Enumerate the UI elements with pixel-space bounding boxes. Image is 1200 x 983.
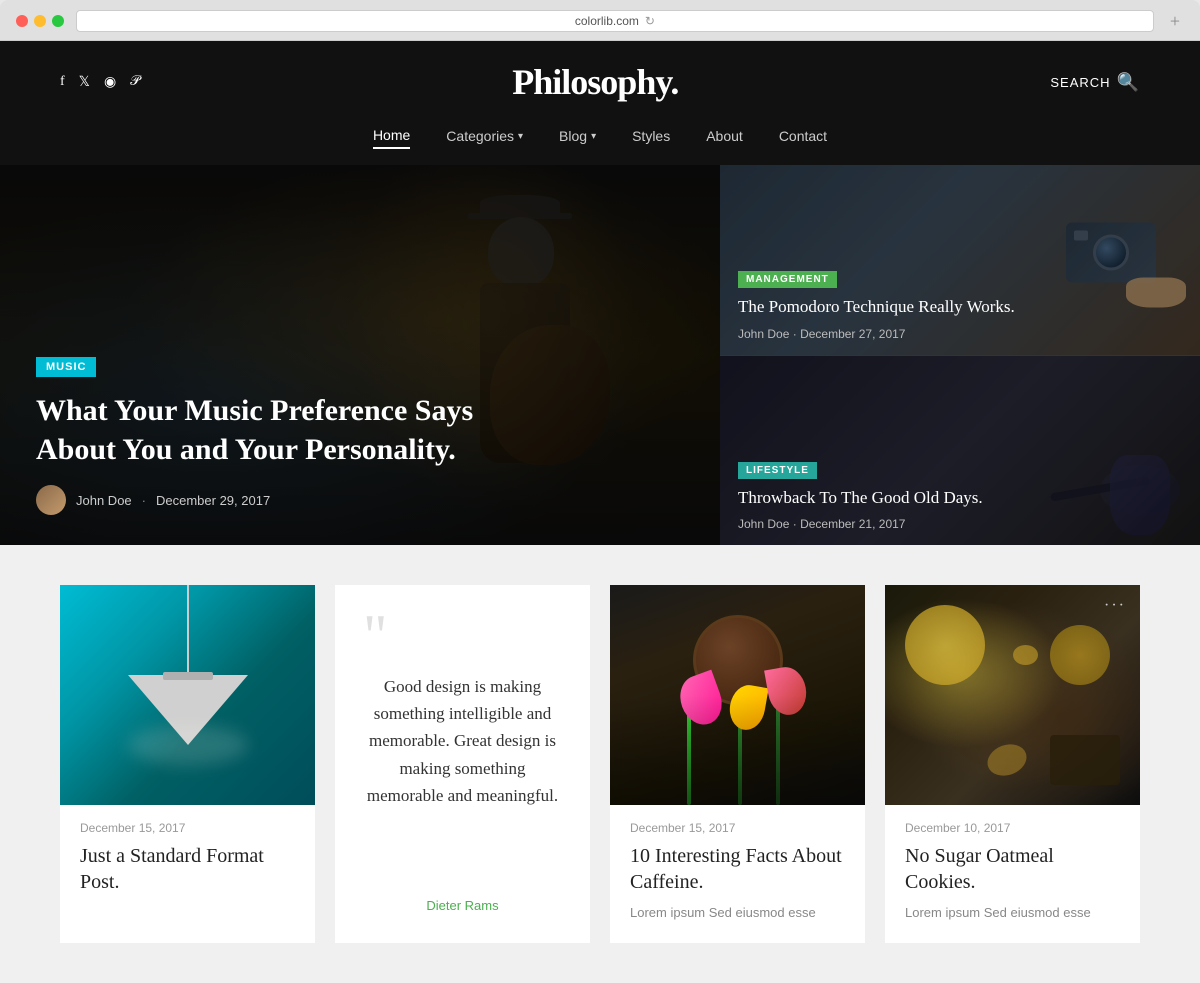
food-image: ···: [885, 585, 1140, 805]
hero-category-badge[interactable]: MUSIC: [36, 357, 96, 377]
search-area[interactable]: SEARCH 🔍: [1050, 72, 1140, 93]
quote-marks: ": [363, 615, 562, 657]
search-icon: 🔍: [1117, 72, 1140, 93]
nav-blog[interactable]: Blog ▾: [559, 123, 596, 149]
food-visual: [885, 585, 1140, 805]
nav-about[interactable]: About: [706, 123, 743, 149]
card-4-date: December 10, 2017: [905, 821, 1120, 835]
maximize-button[interactable]: [52, 15, 64, 27]
url-text: colorlib.com: [575, 14, 639, 28]
side-card-2-title[interactable]: Throwback To The Good Old Days.: [738, 487, 1182, 509]
hero-section: MUSIC What Your Music Preference Says Ab…: [0, 165, 1200, 545]
hero-main-card[interactable]: MUSIC What Your Music Preference Says Ab…: [0, 165, 720, 545]
card-3-title[interactable]: 10 Interesting Facts About Caffeine.: [630, 843, 845, 895]
hero-meta: John Doe · December 29, 2017: [36, 485, 684, 515]
blog-dropdown-arrow: ▾: [591, 131, 596, 142]
side-card-1-meta: John Doe · December 27, 2017: [738, 327, 1182, 341]
address-bar[interactable]: colorlib.com ↻: [76, 10, 1154, 32]
minimize-button[interactable]: [34, 15, 46, 27]
side-card-2-date: December 21, 2017: [800, 517, 905, 531]
site-header: f 𝕏 ◉ 𝒫 Philosophy. SEARCH 🔍: [0, 41, 1200, 123]
card-4-body: December 10, 2017 No Sugar Oatmeal Cooki…: [885, 805, 1140, 943]
pinterest-link[interactable]: 𝒫: [130, 74, 140, 91]
card-4-excerpt: Lorem ipsum Sed eiusmod esse: [905, 903, 1120, 923]
traffic-lights: [16, 15, 64, 27]
side-card-2-author: John Doe: [738, 517, 789, 531]
side-card-1-date: December 27, 2017: [800, 327, 905, 341]
facebook-icon: f: [60, 74, 65, 89]
side-card-1-dot: ·: [793, 327, 797, 341]
card-3-excerpt: Lorem ipsum Sed eiusmod esse: [630, 903, 845, 923]
hero-title[interactable]: What Your Music Preference Says About Yo…: [36, 391, 496, 469]
cards-section: December 15, 2017 Just a Standard Format…: [0, 545, 1200, 983]
social-icons: f 𝕏 ◉ 𝒫: [60, 74, 140, 91]
coffee-image: [610, 585, 865, 805]
card-quote: " Good design is making something intell…: [335, 585, 590, 943]
nav-contact[interactable]: Contact: [779, 123, 827, 149]
site-title[interactable]: Philosophy.: [512, 61, 678, 103]
browser-window: colorlib.com ↻ +: [0, 0, 1200, 41]
card-4-title[interactable]: No Sugar Oatmeal Cookies.: [905, 843, 1120, 895]
nav-about-label: About: [706, 128, 743, 144]
side-card-2-dot: ·: [793, 517, 797, 531]
site-navigation: Home Categories ▾ Blog ▾ Styles About Co…: [0, 123, 1200, 165]
side-badge-lifestyle[interactable]: LIFESTYLE: [738, 462, 817, 479]
hero-dot: ·: [142, 493, 146, 508]
instagram-icon: ◉: [104, 75, 116, 90]
hero-sidebar: MANAGEMENT The Pomodoro Technique Really…: [720, 165, 1200, 545]
side-card-1-author: John Doe: [738, 327, 789, 341]
close-button[interactable]: [16, 15, 28, 27]
hero-author: John Doe: [76, 493, 132, 508]
more-options-icon[interactable]: ···: [1104, 597, 1126, 615]
quote-author: Dieter Rams: [363, 898, 562, 913]
new-tab-button[interactable]: +: [1166, 11, 1184, 32]
nav-blog-label: Blog: [559, 128, 587, 144]
instagram-link[interactable]: ◉: [104, 74, 116, 91]
reload-icon[interactable]: ↻: [645, 14, 655, 28]
website: f 𝕏 ◉ 𝒫 Philosophy. SEARCH 🔍 Home Catego…: [0, 41, 1200, 983]
side-card-2-content: LIFESTYLE Throwback To The Good Old Days…: [738, 460, 1182, 531]
card-1-title[interactable]: Just a Standard Format Post.: [80, 843, 295, 895]
nav-categories-label: Categories: [446, 128, 514, 144]
hero-author-avatar: [36, 485, 66, 515]
lamp-image: [60, 585, 315, 805]
search-label: SEARCH: [1050, 75, 1110, 90]
card-3-date: December 15, 2017: [630, 821, 845, 835]
card-1-body: December 15, 2017 Just a Standard Format…: [60, 805, 315, 923]
nav-styles[interactable]: Styles: [632, 123, 670, 149]
card-lamp-post[interactable]: December 15, 2017 Just a Standard Format…: [60, 585, 315, 943]
quote-text: Good design is making something intellig…: [363, 673, 562, 878]
hero-content: MUSIC What Your Music Preference Says Ab…: [36, 357, 684, 515]
side-card-lifestyle[interactable]: LIFESTYLE Throwback To The Good Old Days…: [720, 356, 1200, 546]
side-card-management[interactable]: MANAGEMENT The Pomodoro Technique Really…: [720, 165, 1200, 356]
nav-styles-label: Styles: [632, 128, 670, 144]
nav-home[interactable]: Home: [373, 123, 410, 149]
nav-contact-label: Contact: [779, 128, 827, 144]
nav-home-label: Home: [373, 127, 410, 143]
side-card-1-content: MANAGEMENT The Pomodoro Technique Really…: [738, 269, 1182, 340]
lamp-cord: [187, 585, 189, 685]
card-1-date: December 15, 2017: [80, 821, 295, 835]
nav-categories[interactable]: Categories ▾: [446, 123, 523, 149]
side-badge-management[interactable]: MANAGEMENT: [738, 271, 837, 288]
side-card-2-meta: John Doe · December 21, 2017: [738, 517, 1182, 531]
twitter-icon: 𝕏: [79, 75, 90, 90]
card-3-body: December 15, 2017 10 Interesting Facts A…: [610, 805, 865, 943]
card-caffeine-post[interactable]: December 15, 2017 10 Interesting Facts A…: [610, 585, 865, 943]
facebook-link[interactable]: f: [60, 74, 65, 91]
card-oatmeal-post[interactable]: ··· December 10, 2017 No Sugar Oatmeal C…: [885, 585, 1140, 943]
pinterest-icon: 𝒫: [130, 74, 140, 89]
twitter-link[interactable]: 𝕏: [79, 74, 90, 91]
categories-dropdown-arrow: ▾: [518, 131, 523, 142]
hero-date: December 29, 2017: [156, 493, 270, 508]
side-card-1-title[interactable]: The Pomodoro Technique Really Works.: [738, 296, 1182, 318]
